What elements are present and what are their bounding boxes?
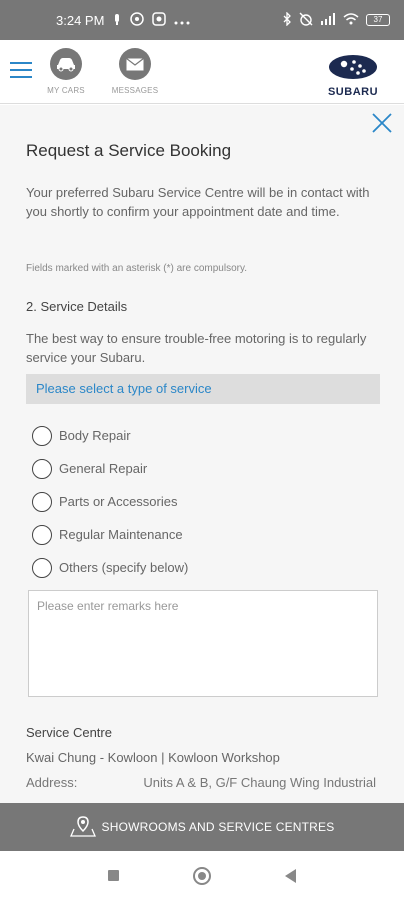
address-row: Address: Units A & B, G/F Chaung Wing In…	[26, 775, 376, 790]
radio-label: Regular Maintenance	[59, 527, 183, 542]
radio-button[interactable]	[32, 491, 52, 512]
service-type-options: Body Repair General Repair Parts or Acce…	[32, 419, 188, 584]
status-bar: 3:24 PM 37	[0, 0, 404, 40]
system-nav-bar	[0, 851, 404, 900]
compulsory-note: Fields marked with an asterisk (*) are c…	[26, 263, 247, 274]
booking-form: Request a Service Booking Your preferred…	[0, 105, 404, 803]
more-icon	[174, 13, 190, 28]
envelope-icon	[119, 48, 151, 80]
bluetooth-icon	[282, 10, 292, 29]
car-icon	[50, 48, 82, 80]
radio-button[interactable]	[32, 524, 52, 545]
subaru-emblem-icon	[329, 55, 377, 79]
messages-button[interactable]: MESSAGES	[105, 48, 165, 95]
recents-icon[interactable]	[108, 870, 119, 881]
battery-icon: 37	[366, 14, 390, 26]
radio-button[interactable]	[32, 458, 52, 479]
signal-icon	[320, 12, 336, 28]
app-icon	[152, 11, 167, 29]
service-centre-value[interactable]: Kwai Chung - Kowloon | Kowloon Workshop	[26, 750, 280, 765]
showrooms-button[interactable]: SHOWROOMS AND SERVICE CENTRES	[0, 803, 404, 851]
address-label: Address:	[26, 775, 78, 790]
radio-button[interactable]	[32, 557, 52, 578]
address-value: Units A & B, G/F Chaung Wing Industrial	[143, 775, 376, 790]
service-centre-label: Service Centre	[26, 725, 112, 740]
wifi-icon	[343, 12, 359, 28]
radio-label: Others (specify below)	[59, 560, 189, 575]
map-pin-icon	[69, 815, 96, 840]
home-icon[interactable]	[193, 866, 211, 885]
logo-wordmark: SUBARU	[327, 86, 379, 98]
radio-body-repair[interactable]: Body Repair	[32, 419, 188, 452]
page-title: Request a Service Booking	[26, 141, 232, 160]
remarks-field[interactable]	[28, 590, 378, 697]
section-description: The best way to ensure trouble-free moto…	[26, 331, 367, 365]
radio-label: General Repair	[59, 461, 148, 476]
chat-icon	[130, 11, 145, 29]
radio-label: Parts or Accessories	[59, 494, 178, 509]
radio-others[interactable]: Others (specify below)	[32, 551, 188, 584]
showrooms-label: SHOWROOMS AND SERVICE CENTRES	[101, 820, 335, 834]
radio-label: Body Repair	[59, 428, 131, 443]
my-cars-button[interactable]: MY CARS	[36, 48, 96, 95]
intro-text: Your preferred Subaru Service Centre wil…	[26, 185, 370, 219]
my-cars-label: MY CARS	[47, 86, 85, 95]
subaru-logo: SUBARU	[320, 54, 386, 98]
radio-general-repair[interactable]: General Repair	[32, 452, 188, 485]
messages-label: MESSAGES	[111, 86, 159, 95]
notification-icon	[112, 13, 122, 28]
app-header: MY CARS MESSAGES SUBARU	[0, 40, 404, 104]
radio-regular-maintenance[interactable]: Regular Maintenance	[32, 518, 188, 551]
status-time: 3:24 PM	[56, 12, 105, 28]
section-title: 2. Service Details	[26, 299, 128, 314]
close-icon[interactable]	[370, 111, 394, 135]
back-icon[interactable]	[285, 868, 296, 883]
alarm-off-icon	[299, 12, 313, 29]
menu-icon[interactable]	[10, 62, 32, 80]
service-type-prompt[interactable]: Please select a type of service	[26, 374, 380, 404]
radio-parts-accessories[interactable]: Parts or Accessories	[32, 485, 188, 518]
radio-button[interactable]	[32, 425, 52, 446]
